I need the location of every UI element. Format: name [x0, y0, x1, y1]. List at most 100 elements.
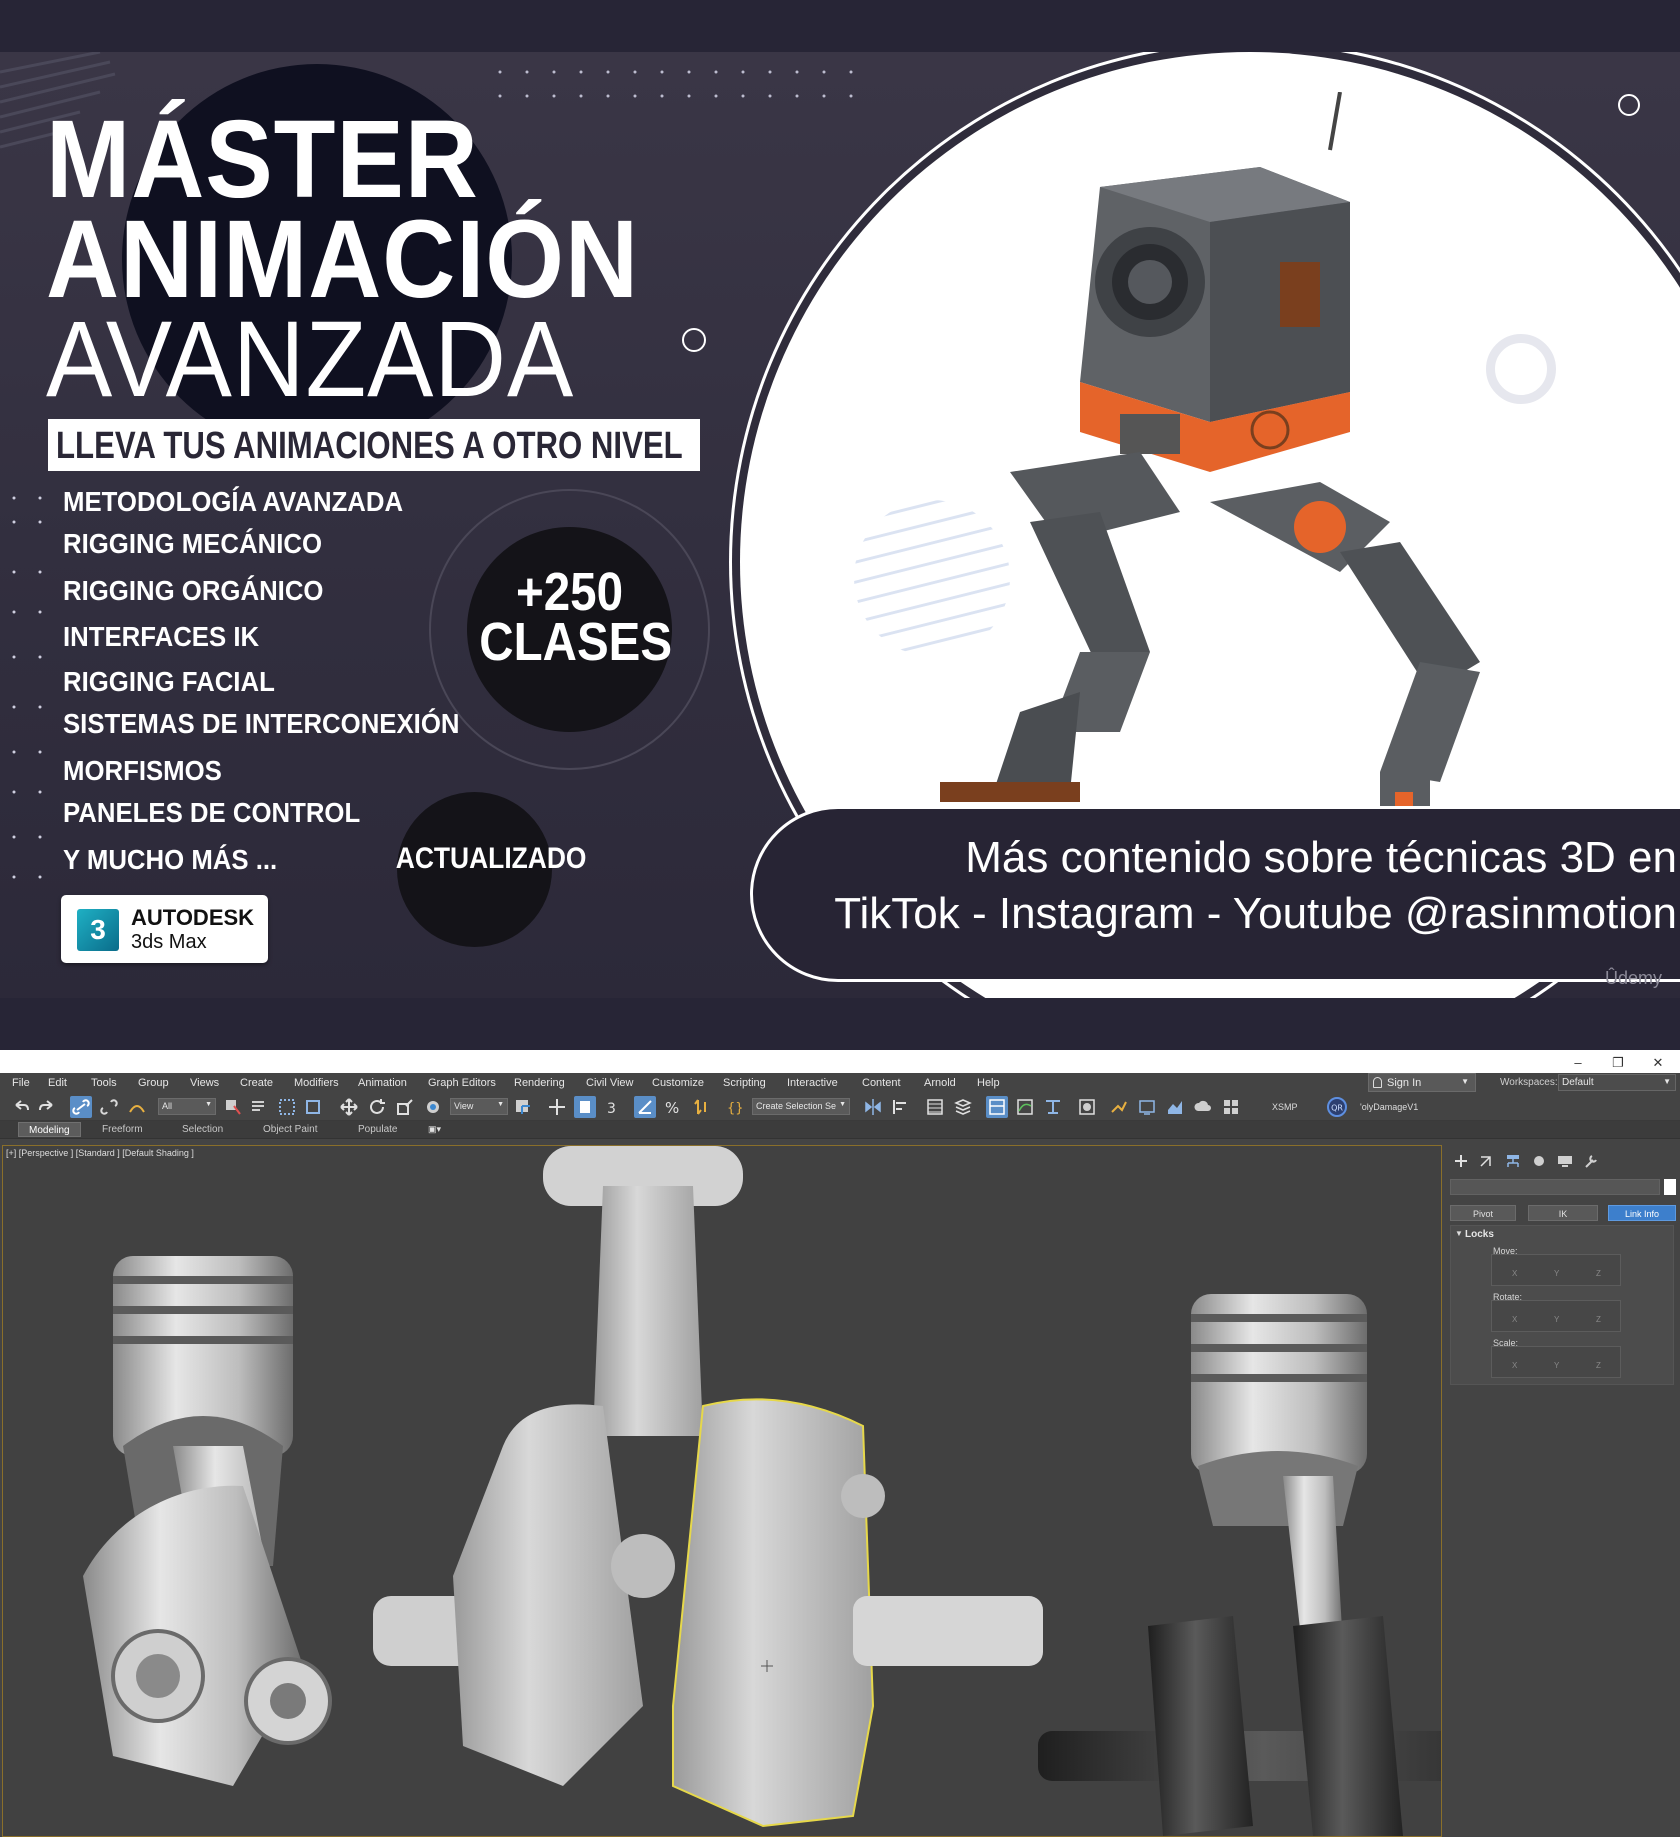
move-lock-z[interactable]: Z [1596, 1269, 1601, 1278]
display-tab-icon[interactable] [1556, 1153, 1574, 1169]
rotate-lock-y[interactable]: Y [1554, 1315, 1559, 1324]
menu-modifiers[interactable]: Modifiers [294, 1077, 339, 1089]
menu-scripting[interactable]: Scripting [723, 1077, 766, 1089]
ribbon-tab-populate[interactable]: Populate [358, 1124, 397, 1135]
menu-interactive[interactable]: Interactive [787, 1077, 838, 1089]
angle-snap-icon[interactable] [634, 1096, 656, 1118]
feature-item: INTERFACES IK [63, 621, 260, 652]
align-icon[interactable] [890, 1096, 912, 1118]
left-piston-model[interactable] [83, 1256, 332, 1786]
motion-tab-icon[interactable] [1530, 1153, 1548, 1169]
viewport-scene[interactable] [3, 1146, 1442, 1837]
utilities-tab-icon[interactable] [1582, 1153, 1600, 1169]
snaps-toggle-icon[interactable]: 3 [604, 1096, 626, 1118]
render-production-icon[interactable] [1164, 1096, 1186, 1118]
move-icon[interactable] [338, 1096, 360, 1118]
menu-group[interactable]: Group [138, 1077, 169, 1089]
center-crankshaft-model[interactable] [373, 1146, 1043, 1828]
edit-named-selection-icon[interactable]: {} [724, 1096, 746, 1118]
reference-coordinate-dropdown[interactable]: View ▼ [450, 1098, 508, 1115]
link-info-button[interactable]: Link Info [1608, 1205, 1676, 1221]
scene-explorer-icon[interactable] [924, 1096, 946, 1118]
select-by-name-icon[interactable] [248, 1096, 270, 1118]
viewport-label[interactable]: [+] [Perspective ] [Standard ] [Default … [6, 1148, 194, 1158]
locks-rollout: ▼ Locks Move: X Y Z Rotate: X Y Z Scale:… [1450, 1225, 1674, 1385]
place-icon[interactable] [422, 1096, 444, 1118]
xsmp-label[interactable]: XSMP [1272, 1102, 1298, 1112]
ribbon-tab-object-paint[interactable]: Object Paint [263, 1124, 317, 1135]
minimize-button[interactable]: – [1563, 1055, 1593, 1071]
menu-arnold[interactable]: Arnold [924, 1077, 956, 1089]
render-in-cloud-icon[interactable] [1192, 1096, 1214, 1118]
scale-lock-x[interactable]: X [1512, 1361, 1517, 1370]
named-selection-set-dropdown[interactable]: Create Selection Se ▼ [752, 1098, 850, 1115]
ribbon-tab-selection[interactable]: Selection [182, 1124, 223, 1135]
ribbon-options-icon[interactable]: ▣▾ [428, 1124, 441, 1135]
modify-tab-icon[interactable] [1478, 1153, 1496, 1169]
unlink-icon[interactable] [98, 1096, 120, 1118]
select-and-link-icon[interactable] [70, 1096, 92, 1118]
3dsmax-window: – ❐ ✕ File Edit Tools Group Views Create… [0, 1053, 1680, 1837]
spinner-snap-icon[interactable] [690, 1096, 712, 1118]
ik-button[interactable]: IK [1528, 1205, 1598, 1221]
material-editor-icon[interactable] [1076, 1096, 1098, 1118]
schematic-view-icon[interactable] [1042, 1096, 1064, 1118]
menu-tools[interactable]: Tools [91, 1077, 117, 1089]
toggle-ribbon-icon[interactable] [986, 1096, 1008, 1118]
create-tab-icon[interactable] [1452, 1153, 1470, 1169]
ribbon-tab-modeling[interactable]: Modeling [18, 1122, 81, 1137]
pivot-center-icon[interactable] [512, 1096, 534, 1118]
move-lock-y[interactable]: Y [1554, 1269, 1559, 1278]
mirror-icon[interactable] [862, 1096, 884, 1118]
menu-civil-view[interactable]: Civil View [586, 1077, 633, 1089]
rollout-collapse-icon[interactable]: ▼ [1455, 1229, 1463, 1238]
menu-create[interactable]: Create [240, 1077, 273, 1089]
rotate-lock-z[interactable]: Z [1596, 1315, 1601, 1324]
restore-button[interactable]: ❐ [1603, 1055, 1633, 1071]
select-object-icon[interactable] [222, 1096, 244, 1118]
object-name-field[interactable] [1450, 1179, 1660, 1195]
curve-editor-icon[interactable] [1014, 1096, 1036, 1118]
menu-animation[interactable]: Animation [358, 1077, 407, 1089]
rotate-lock-x[interactable]: X [1512, 1315, 1517, 1324]
rotate-icon[interactable] [366, 1096, 388, 1118]
render-setup-icon[interactable] [1108, 1096, 1130, 1118]
pivot-button[interactable]: Pivot [1450, 1205, 1516, 1221]
sign-in-button[interactable]: Sign In ▼ [1368, 1073, 1476, 1092]
menu-edit[interactable]: Edit [48, 1077, 67, 1089]
rectangular-selection-icon[interactable] [276, 1096, 298, 1118]
workspaces-select[interactable]: Default ▼ [1558, 1074, 1676, 1091]
menu-customize[interactable]: Customize [652, 1077, 704, 1089]
scale-lock-z[interactable]: Z [1596, 1361, 1601, 1370]
undo-icon[interactable] [10, 1096, 32, 1118]
redo-icon[interactable] [36, 1096, 58, 1118]
menu-help[interactable]: Help [977, 1077, 1000, 1089]
move-lock-x[interactable]: X [1512, 1269, 1517, 1278]
menu-content[interactable]: Content [862, 1077, 901, 1089]
menu-graph-editors[interactable]: Graph Editors [428, 1077, 496, 1089]
qr-icon[interactable]: QR [1326, 1096, 1348, 1118]
rendered-frame-window-icon[interactable] [1136, 1096, 1158, 1118]
subtitle-text: LLEVA TUS ANIMACIONES A OTRO NIVEL [56, 425, 683, 467]
autodesk-gallery-icon[interactable] [1220, 1096, 1242, 1118]
menu-views[interactable]: Views [190, 1077, 219, 1089]
logo-product: 3ds Max [131, 931, 207, 953]
keyboard-shortcut-override-icon[interactable] [574, 1096, 596, 1118]
scale-lock-y[interactable]: Y [1554, 1361, 1559, 1370]
right-piston-model[interactable] [1038, 1294, 1442, 1836]
scale-icon[interactable] [394, 1096, 416, 1118]
selection-filter-dropdown[interactable]: All ▼ [158, 1098, 216, 1115]
perspective-viewport[interactable]: [+] [Perspective ] [Standard ] [Default … [2, 1145, 1442, 1837]
menu-rendering[interactable]: Rendering [514, 1077, 565, 1089]
menu-file[interactable]: File [12, 1077, 30, 1089]
bind-space-warp-icon[interactable] [126, 1096, 148, 1118]
percent-snap-icon[interactable]: % [662, 1096, 684, 1118]
hierarchy-tab-icon[interactable] [1504, 1153, 1522, 1169]
window-crossing-icon[interactable] [302, 1096, 324, 1118]
object-color-swatch[interactable] [1664, 1179, 1676, 1195]
close-button[interactable]: ✕ [1643, 1055, 1673, 1071]
feature-item: PANELES DE CONTROL [63, 797, 361, 828]
layer-explorer-icon[interactable] [952, 1096, 974, 1118]
ribbon-tab-freeform[interactable]: Freeform [102, 1124, 143, 1135]
select-manipulate-icon[interactable] [546, 1096, 568, 1118]
